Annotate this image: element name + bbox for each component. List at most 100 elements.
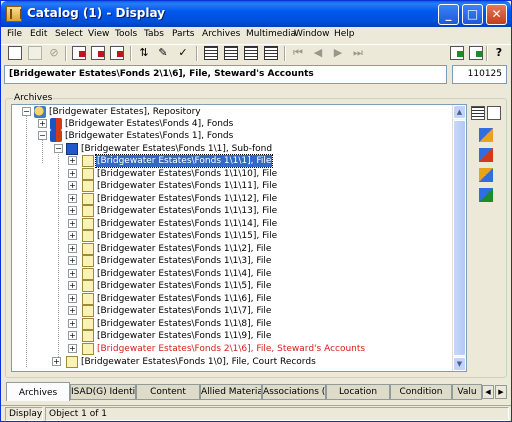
menu-view[interactable]: View [88, 29, 109, 39]
new-record-icon[interactable] [72, 46, 86, 60]
copy-record-icon[interactable] [110, 46, 124, 60]
tree-node-label[interactable]: [Bridgewater Estates\Fonds 1\1\14], File [96, 218, 278, 230]
tree-node-label[interactable]: [Bridgewater Estates\Fonds 1\1\10], File [96, 168, 278, 180]
expand-icon[interactable]: + [68, 156, 77, 165]
tree-node-label-selected[interactable]: [Bridgewater Estates\Fonds 1\1\1], File [94, 154, 274, 168]
tree-node[interactable]: + [Bridgewater Estates\Fonds 2\1\6], Fil… [12, 343, 452, 355]
collapse-icon[interactable]: − [38, 131, 47, 140]
expand-icon[interactable]: + [68, 231, 77, 240]
tree-node-label[interactable]: [Bridgewater Estates\Fonds 1\1\15], File [96, 230, 278, 242]
tree-node-label[interactable]: [Bridgewater Estates\Fonds 4], Fonds [64, 118, 234, 130]
tree-node[interactable]: + [Bridgewater Estates\Fonds 1\1\10], Fi… [12, 168, 452, 180]
tab-archives[interactable]: Archives [6, 382, 70, 401]
expand-icon[interactable]: + [68, 219, 77, 228]
tab-scroll-right-button[interactable]: ▶ [495, 385, 507, 399]
tree-node[interactable]: + [Bridgewater Estates\Fonds 1\1\6], Fil… [12, 293, 452, 305]
expand-icon[interactable]: + [68, 344, 77, 353]
menu-window[interactable]: Window [294, 29, 330, 39]
tree-node[interactable]: + [Bridgewater Estates\Fonds 1\1\1], Fil… [12, 154, 452, 168]
tree-node-label[interactable]: [Bridgewater Estates\Fonds 1\1\3], File [96, 255, 272, 267]
tab-location[interactable]: Location [326, 384, 390, 400]
tree-node[interactable]: + [Bridgewater Estates\Fonds 1\1\8], Fil… [12, 318, 452, 330]
tab-condition[interactable]: Condition [390, 384, 452, 400]
export-icon[interactable] [450, 46, 464, 60]
expand-icon[interactable]: + [68, 194, 77, 203]
tree-relations-icon[interactable] [479, 168, 493, 182]
delete-record-icon[interactable] [91, 46, 105, 60]
move-down-icon[interactable] [479, 148, 493, 162]
tree-node-label[interactable]: [Bridgewater Estates\Fonds 1], Fonds [64, 130, 234, 142]
tree-node[interactable]: + [Bridgewater Estates\Fonds 1\1\3], Fil… [12, 255, 452, 267]
menu-multimedia[interactable]: Multimedia [246, 29, 296, 39]
grid-view-icon[interactable] [224, 46, 238, 60]
tree-node[interactable]: − [Bridgewater Estates], Repository [12, 106, 452, 118]
menu-file[interactable]: File [7, 29, 22, 39]
menu-help[interactable]: Help [334, 29, 355, 39]
expand-icon[interactable]: + [68, 269, 77, 278]
link-record-icon[interactable] [487, 106, 501, 120]
menu-edit[interactable]: Edit [30, 29, 47, 39]
tab-associations[interactable]: Associations (1) [262, 384, 326, 400]
expand-icon[interactable]: + [52, 357, 61, 366]
tree-node-label-current-record[interactable]: [Bridgewater Estates\Fonds 2\1\6], File,… [96, 343, 366, 355]
menu-select[interactable]: Select [55, 29, 83, 39]
tab-allied-materials[interactable]: Allied Materials [200, 384, 262, 400]
table-view-icon[interactable] [244, 46, 258, 60]
expand-icon[interactable]: + [68, 281, 77, 290]
close-button[interactable]: ✕ [486, 4, 507, 25]
minimize-button[interactable]: _ [438, 4, 459, 25]
expand-icon[interactable]: + [68, 169, 77, 178]
expand-icon[interactable]: + [68, 206, 77, 215]
menu-archives[interactable]: Archives [202, 29, 240, 39]
tree-node-label[interactable]: [Bridgewater Estates\Fonds 1\1\11], File [96, 180, 278, 192]
list-view-icon[interactable] [204, 46, 218, 60]
tree-scrollbar[interactable]: ▲ ▼ [452, 105, 466, 371]
previous-record-icon[interactable]: ◀ [311, 46, 325, 60]
tree-node-label[interactable]: [Bridgewater Estates\Fonds 1\1\4], File [96, 268, 272, 280]
tree-node-label[interactable]: [Bridgewater Estates\Fonds 1\1], Sub-fon… [80, 143, 273, 155]
tree-node-label[interactable]: [Bridgewater Estates], Repository [48, 106, 202, 118]
tree-node[interactable]: + [Bridgewater Estates\Fonds 1\0], File,… [12, 356, 452, 368]
tab-content[interactable]: Content [136, 384, 200, 400]
tree-node[interactable]: + [Bridgewater Estates\Fonds 1\1\4], Fil… [12, 268, 452, 280]
menu-tabs[interactable]: Tabs [144, 29, 164, 39]
tree-node[interactable]: + [Bridgewater Estates\Fonds 1\1\14], Fi… [12, 218, 452, 230]
expand-icon[interactable]: + [68, 319, 77, 328]
expand-icon[interactable]: + [68, 181, 77, 190]
tree-node-label[interactable]: [Bridgewater Estates\Fonds 1\1\7], File [96, 305, 272, 317]
tree-node[interactable]: + [Bridgewater Estates\Fonds 1\1\12], Fi… [12, 193, 452, 205]
tab-isadg-identity[interactable]: ISAD(G) Identity [70, 384, 136, 400]
collapse-icon[interactable]: − [54, 144, 63, 153]
next-record-icon[interactable]: ▶ [331, 46, 345, 60]
tree-node-label[interactable]: [Bridgewater Estates\Fonds 1\1\8], File [96, 318, 272, 330]
tab-value[interactable]: Valu [452, 384, 482, 400]
tree-node[interactable]: + [Bridgewater Estates\Fonds 1\1\11], Fi… [12, 180, 452, 192]
tree-node[interactable]: + [Bridgewater Estates\Fonds 1\1\15], Fi… [12, 230, 452, 242]
tab-scroll-left-button[interactable]: ◀ [482, 385, 494, 399]
menu-tools[interactable]: Tools [115, 29, 137, 39]
first-record-icon[interactable]: ⏮ [291, 46, 305, 60]
import-icon[interactable] [469, 46, 483, 60]
last-record-icon[interactable]: ⏭ [351, 46, 365, 60]
tree-node-label[interactable]: [Bridgewater Estates\Fonds 1\1\9], File [96, 330, 272, 342]
tree-node-label[interactable]: [Bridgewater Estates\Fonds 1\1\12], File [96, 193, 278, 205]
expand-icon[interactable]: + [38, 119, 47, 128]
expand-icon[interactable]: + [68, 294, 77, 303]
tree-node[interactable]: + [Bridgewater Estates\Fonds 1\1\5], Fil… [12, 280, 452, 292]
edit-icon[interactable]: ✎ [156, 46, 170, 60]
title-bar[interactable]: Catalog (1) - Display _ □ ✕ [1, 1, 511, 27]
tree-node[interactable]: − [Bridgewater Estates\Fonds 1\1], Sub-f… [12, 143, 452, 155]
collapse-icon[interactable]: − [22, 107, 31, 116]
maximize-button[interactable]: □ [462, 4, 483, 25]
menu-parts[interactable]: Parts [172, 29, 194, 39]
spellcheck-icon[interactable]: ✓ [176, 46, 190, 60]
hierarchy-view-icon[interactable] [471, 106, 485, 120]
move-up-icon[interactable] [479, 128, 493, 142]
tree-node[interactable]: + [Bridgewater Estates\Fonds 4], Fonds [12, 118, 452, 130]
sort-icon[interactable]: ⇅ [137, 46, 151, 60]
save-icon[interactable] [28, 46, 42, 60]
tree-node[interactable]: + [Bridgewater Estates\Fonds 1\1\13], Fi… [12, 205, 452, 217]
expand-icon[interactable]: + [68, 331, 77, 340]
expand-icon[interactable]: + [68, 306, 77, 315]
context-help-icon[interactable]: ? [492, 46, 506, 60]
